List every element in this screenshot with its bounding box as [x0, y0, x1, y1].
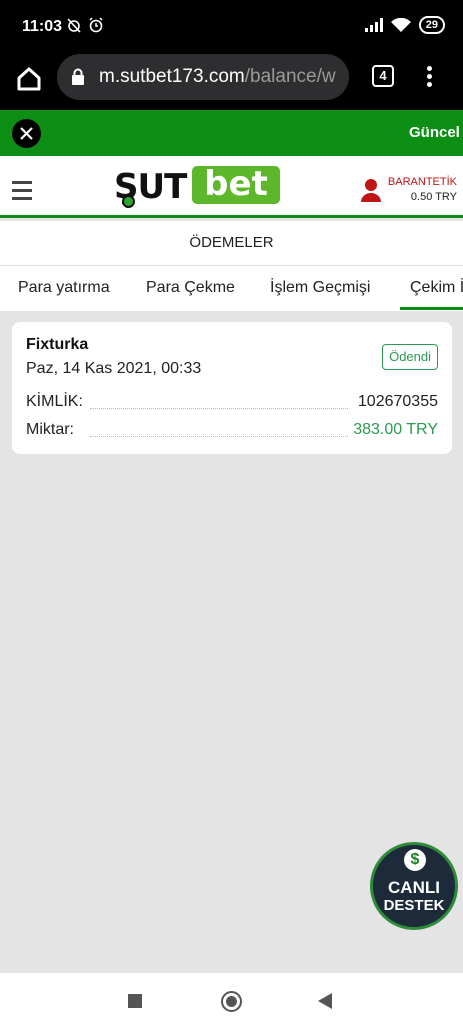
alarm-off-icon [67, 18, 81, 33]
menu-dot [426, 82, 432, 87]
tab-transaction-history[interactable]: İşlem Geçmişi [270, 266, 370, 311]
status-bar: 11:03 29 [0, 0, 463, 52]
status-icons-left [66, 17, 104, 33]
tab-withdrawal-history[interactable]: Çekim İ [399, 266, 463, 311]
hamburger-menu-button[interactable] [12, 181, 32, 205]
support-label-line2: DESTEK [383, 897, 445, 914]
user-balance: 0.50 TRY [410, 191, 457, 203]
username[interactable]: BARANTETİK [388, 176, 457, 188]
alarm-clock-icon [89, 17, 103, 33]
system-nav-bar [0, 973, 463, 1029]
id-row: KİMLİK: 102670355 [26, 393, 438, 415]
recents-icon[interactable] [128, 994, 142, 1008]
url-text: m.sutbet173.com/balance/w [99, 66, 336, 88]
hamburger-line [12, 189, 32, 192]
amount-label: Miktar: [26, 421, 78, 439]
user-icon[interactable] [361, 178, 381, 202]
hamburger-line [12, 181, 32, 184]
wifi-icon [390, 17, 411, 32]
amount-row: Miktar: 383.00 TRY [26, 421, 438, 443]
status-icons-right: 29 [364, 16, 445, 34]
tab-deposit[interactable]: Para yatırma [18, 266, 110, 311]
menu-dot [426, 74, 432, 79]
logo-text-right: bet [192, 166, 280, 204]
menu-dot [426, 66, 432, 71]
site-logo[interactable]: ŞUT bet [114, 166, 282, 208]
dollar-icon: $ [404, 849, 426, 871]
dotted-leader [90, 408, 348, 409]
announcement-banner: Güncel g [0, 110, 463, 156]
id-value: 102670355 [353, 393, 438, 411]
url-host: m.sutbet173.com [99, 66, 245, 87]
signal-icon [364, 18, 383, 32]
url-path: /balance/w [244, 66, 336, 87]
id-label: KİMLİK: [26, 393, 87, 411]
browser-toolbar: m.sutbet173.com/balance/w 4 [0, 52, 463, 110]
banner-text: Güncel g [409, 124, 463, 141]
browser-menu-button[interactable] [423, 64, 435, 88]
tab-withdraw[interactable]: Para Çekme [146, 266, 235, 311]
battery-indicator: 29 [418, 16, 445, 34]
status-time: 11:03 [22, 18, 63, 35]
status-badge: Ödendi [382, 344, 438, 370]
payments-tabs: Para yatırma Para Çekme İşlem Geçmişi Çe… [0, 266, 463, 311]
home-icon [17, 67, 41, 91]
hamburger-line [12, 197, 32, 200]
page-title: ÖDEMELER [0, 221, 463, 266]
payment-date: Paz, 14 Kas 2021, 00:33 [26, 360, 202, 377]
home-button[interactable] [14, 64, 44, 94]
amount-value: 383.00 TRY [349, 421, 438, 439]
back-icon[interactable] [318, 993, 332, 1009]
payment-method: Fixturka [26, 336, 89, 353]
withdrawal-card: Fixturka Paz, 14 Kas 2021, 00:33 Ödendi … [12, 322, 452, 454]
dotted-leader [90, 436, 348, 437]
banner-close-button[interactable] [12, 119, 41, 148]
tab-switcher-button[interactable]: 4 [372, 65, 394, 87]
home-nav-icon[interactable] [221, 991, 242, 1012]
site-header: ŞUT bet BARANTETİK 0.50 TRY [0, 156, 463, 218]
address-bar[interactable]: m.sutbet173.com/balance/w [57, 54, 349, 100]
lock-icon [72, 68, 84, 85]
live-support-button[interactable]: $ CANLI DESTEK [370, 842, 458, 930]
close-icon [20, 127, 33, 140]
support-label-line1: CANLI [388, 878, 440, 897]
ball-icon [122, 195, 135, 208]
